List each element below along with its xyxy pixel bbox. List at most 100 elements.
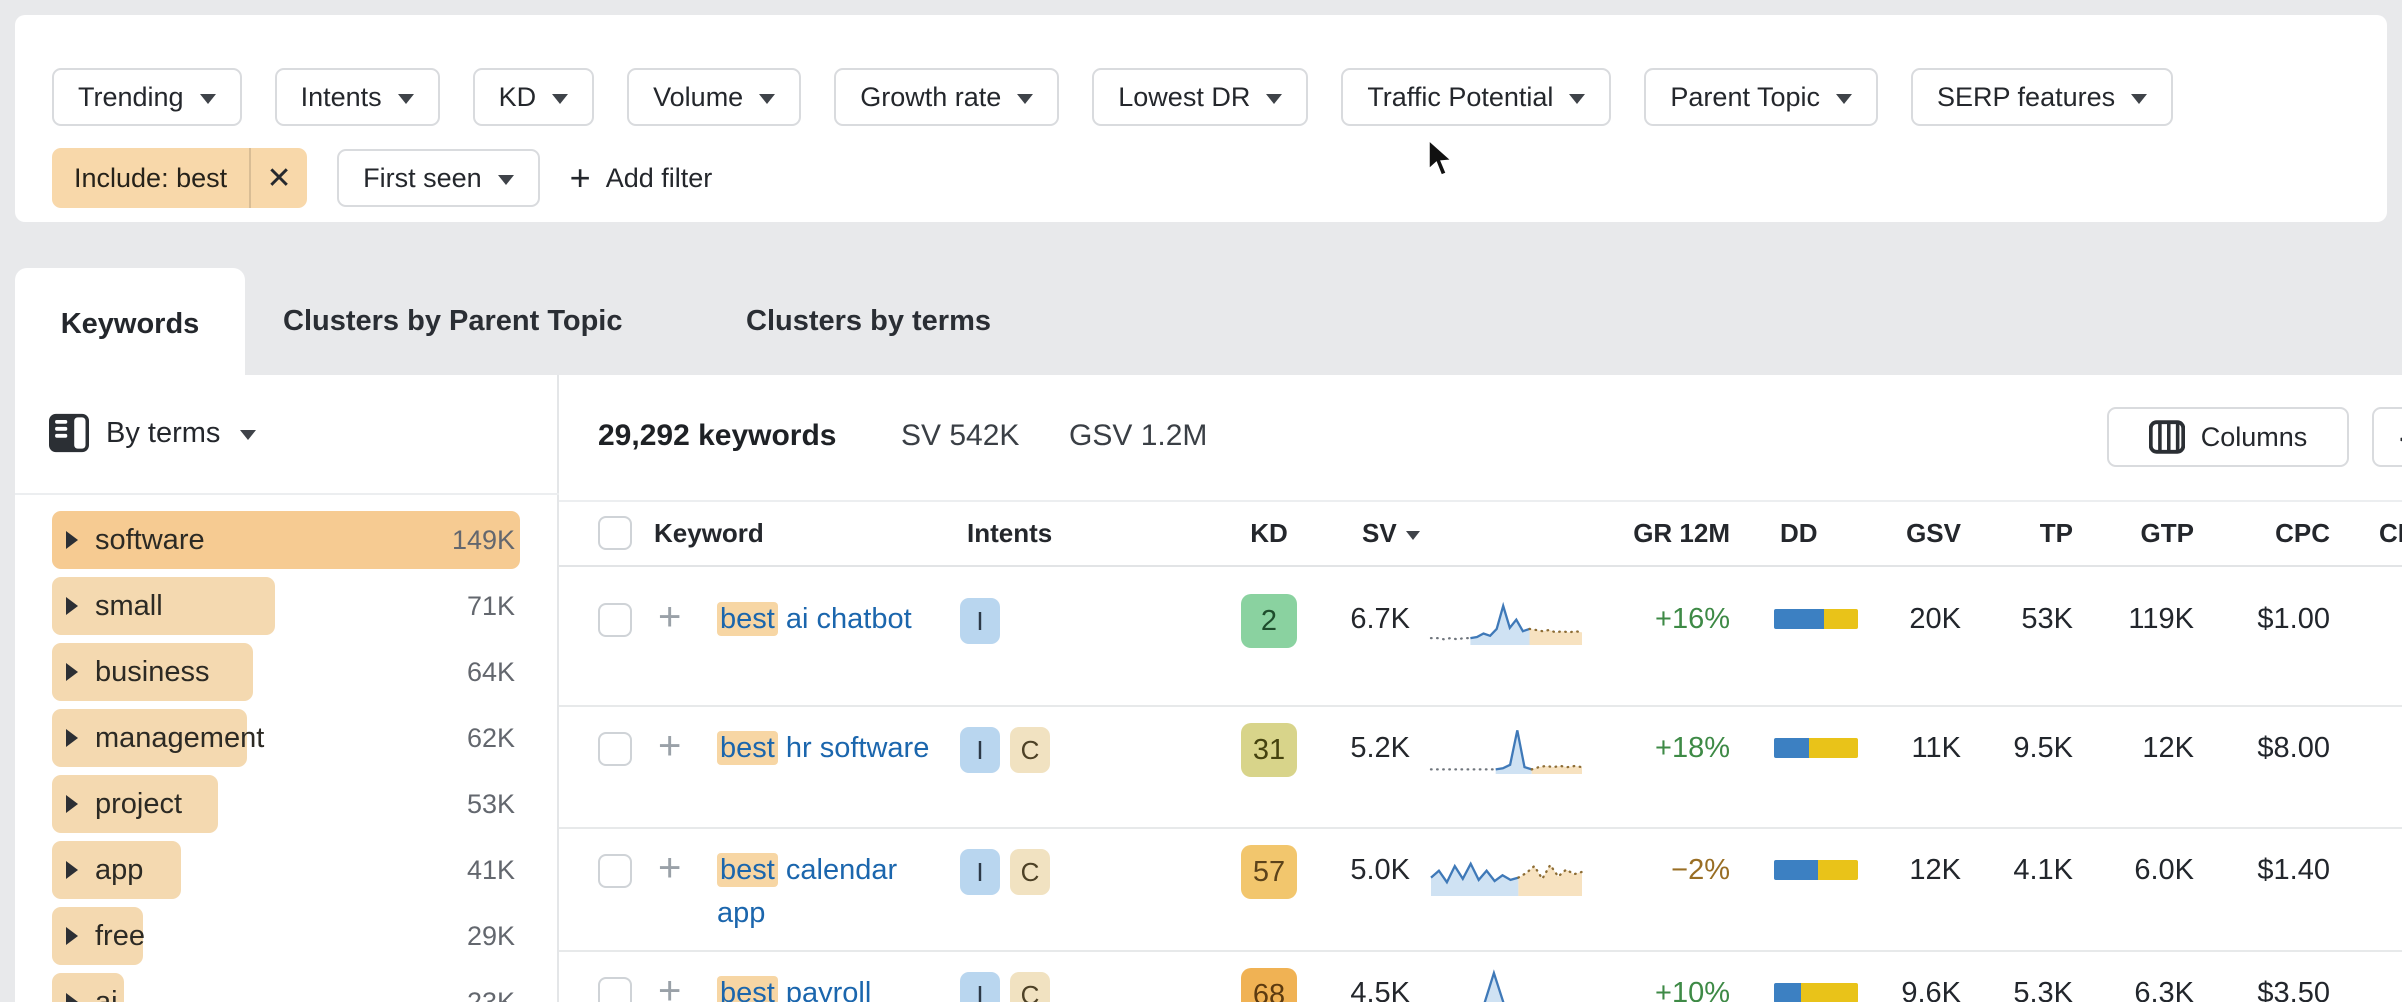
kd-badge: 31 [1241, 723, 1297, 777]
sidebar-term-project[interactable]: project 53K [52, 775, 520, 833]
row-checkbox[interactable] [598, 603, 632, 637]
column-header-dd[interactable]: DD [1780, 518, 1818, 549]
expand-arrow-icon[interactable] [66, 531, 78, 549]
column-header-gr12m[interactable]: GR 12M [1609, 518, 1730, 549]
sidebar-term-ai[interactable]: ai 23K [52, 973, 520, 1002]
kd-badge: 2 [1241, 594, 1297, 648]
filter-lowest-dr-dropdown[interactable]: Lowest DR [1092, 68, 1308, 126]
view-selector-dropdown[interactable]: By terms [48, 413, 256, 453]
filter-parent-topic-dropdown[interactable]: Parent Topic [1644, 68, 1878, 126]
column-header-sv[interactable]: SV [1362, 518, 1420, 549]
volume-trend-sparkline [1429, 589, 1584, 651]
columns-button[interactable]: Columns [2107, 407, 2349, 467]
sort-desc-icon [1406, 531, 1420, 540]
add-to-list-icon[interactable]: + [658, 969, 681, 1002]
keywords-total: 29,292 keywords [598, 419, 837, 453]
filter-volume-dropdown[interactable]: Volume [627, 68, 801, 126]
keyword-link[interactable]: best ai chatbot [717, 598, 932, 641]
remove-filter-button[interactable]: ✕ [249, 148, 307, 208]
dd-bar-yellow [1824, 609, 1858, 629]
keyword-link[interactable]: best calendar app [717, 849, 932, 935]
matched-term-highlight: best [717, 976, 778, 1002]
add-to-list-icon[interactable]: + [658, 595, 681, 640]
tab-clusters-by-parent-topic[interactable]: Clusters by Parent Topic [283, 268, 623, 375]
column-header-gtp[interactable]: GTP [2089, 518, 2194, 549]
column-header-tp[interactable]: TP [1979, 518, 2073, 549]
dd-bar-blue [1774, 983, 1801, 1002]
sv-value: 5.0K [1309, 854, 1410, 887]
intent-badges: IC [960, 849, 1050, 895]
filter-traffic-potential-dropdown[interactable]: Traffic Potential [1341, 68, 1611, 126]
filter-label: KD [499, 82, 537, 113]
term-label: app [95, 854, 143, 887]
expand-arrow-icon[interactable] [66, 993, 78, 1002]
tab-clusters-by-terms[interactable]: Clusters by terms [746, 268, 991, 375]
column-header-gsv[interactable]: GSV [1859, 518, 1961, 549]
row-checkbox[interactable] [598, 977, 632, 1002]
sidebar-term-small[interactable]: small 71K [52, 577, 520, 635]
tp-value: 53K [1979, 603, 2073, 636]
tab-keywords[interactable]: Keywords [15, 268, 245, 380]
filter-label: Intents [301, 82, 382, 113]
expand-arrow-icon[interactable] [66, 597, 78, 615]
term-label: software [95, 524, 205, 557]
keywords-explorer-page: Trending Intents KD Volume Growth rate L… [0, 0, 2402, 1002]
include-best-filter-chip[interactable]: Include: best ✕ [52, 148, 307, 208]
plus-icon: + [570, 163, 591, 193]
volume-trend-sparkline [1429, 718, 1584, 780]
row-checkbox[interactable] [598, 732, 632, 766]
add-to-list-icon[interactable]: + [658, 846, 681, 891]
sidebar-layout-icon [48, 413, 90, 453]
cpc-value: $1.00 [2229, 603, 2330, 636]
filter-serp-features-dropdown[interactable]: SERP features [1911, 68, 2173, 126]
expand-arrow-icon[interactable] [66, 861, 78, 879]
filter-trending-dropdown[interactable]: Trending [52, 68, 242, 126]
filter-kd-dropdown[interactable]: KD [473, 68, 595, 126]
term-count: 62K [467, 709, 515, 767]
kd-badge: 57 [1241, 845, 1297, 899]
expand-arrow-icon[interactable] [66, 663, 78, 681]
row-checkbox[interactable] [598, 854, 632, 888]
dd-bar [1774, 983, 1858, 1002]
sidebar-term-management[interactable]: management 62K [52, 709, 520, 767]
term-count: 149K [452, 511, 515, 569]
sv-value: 5.2K [1309, 732, 1410, 765]
filter-intents-dropdown[interactable]: Intents [275, 68, 440, 126]
add-filter-button[interactable]: + Add filter [570, 163, 713, 194]
gsv-value: 12K [1859, 854, 1961, 887]
chevron-down-icon [498, 175, 514, 185]
dd-bar-yellow [1801, 983, 1858, 1002]
column-header-intents[interactable]: Intents [967, 518, 1052, 549]
expand-arrow-icon[interactable] [66, 729, 78, 747]
term-label: ai [95, 986, 118, 1002]
sidebar-term-free[interactable]: free 29K [52, 907, 520, 965]
keyword-link[interactable]: best hr software [717, 727, 932, 770]
column-header-cpc[interactable]: CPC [2229, 518, 2330, 549]
add-filter-label: Add filter [606, 163, 713, 194]
kd-badge: 68 [1241, 968, 1297, 1002]
filter-growth-rate-dropdown[interactable]: Growth rate [834, 68, 1059, 126]
intent-badge-C: C [1010, 727, 1050, 773]
intent-badge-C: C [1010, 849, 1050, 895]
expand-arrow-icon[interactable] [66, 927, 78, 945]
sidebar-term-business[interactable]: business 64K [52, 643, 520, 701]
column-header-keyword[interactable]: Keyword [654, 518, 764, 549]
expand-arrow-icon[interactable] [66, 795, 78, 813]
sidebar-term-software[interactable]: software 149K [52, 511, 520, 569]
export-api-button[interactable]: { [2372, 407, 2402, 467]
intent-badges: IC [960, 727, 1050, 773]
matched-term-highlight: best [717, 853, 778, 887]
select-all-checkbox[interactable] [598, 516, 632, 550]
filter-label: Parent Topic [1670, 82, 1820, 113]
columns-label: Columns [2201, 422, 2308, 453]
column-header-kd[interactable]: KD [1241, 518, 1297, 549]
intent-badge-C: C [1010, 972, 1050, 1002]
filter-label: Volume [653, 82, 743, 113]
add-to-list-icon[interactable]: + [658, 724, 681, 769]
gsv-value: 9.6K [1859, 977, 1961, 1002]
keyword-link[interactable]: best payroll [717, 972, 932, 1002]
column-header-cps[interactable]: CPS [2379, 518, 2402, 549]
term-label: business [95, 656, 209, 689]
sidebar-term-app[interactable]: app 41K [52, 841, 520, 899]
filter-first-seen-dropdown[interactable]: First seen [337, 149, 540, 207]
